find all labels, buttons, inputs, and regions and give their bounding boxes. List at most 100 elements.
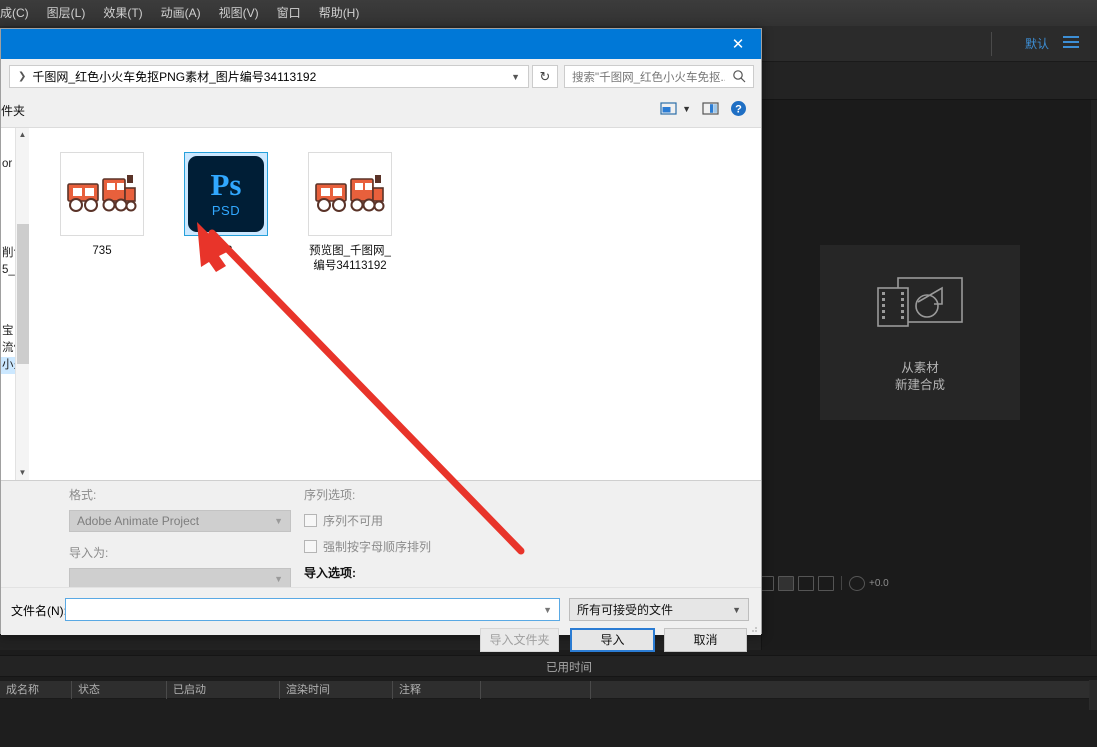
refresh-icon[interactable]: ↻ — [532, 65, 558, 88]
view-mode-icon[interactable] — [660, 101, 677, 116]
column-status[interactable]: 状态 — [72, 680, 167, 699]
preview-pane-icon[interactable] — [702, 101, 719, 116]
mini-toolbar-divider — [841, 576, 842, 590]
composition-panel: 从素材 新建合成 — [762, 100, 1097, 650]
navigation-scrollbar[interactable]: ▲ ▼ — [15, 128, 29, 480]
render-queue-header: 成名称 状态 已启动 渲染时间 注释 — [0, 680, 1097, 699]
format-select[interactable]: Adobe Animate Project ▼ — [69, 510, 291, 532]
queue-right-rail — [1089, 680, 1097, 710]
render-queue-body — [0, 699, 1097, 747]
chevron-down-icon[interactable]: ▼ — [16, 466, 29, 480]
new-composition-dropzone[interactable]: 从素材 新建合成 — [820, 245, 1020, 420]
train-image-icon — [315, 175, 385, 212]
chevron-down-icon[interactable]: ▼ — [682, 104, 691, 114]
new-composition-label: 从素材 新建合成 — [895, 360, 945, 394]
psd-ext-text: PSD — [211, 203, 241, 218]
filetype-value: 所有可接受的文件 — [577, 603, 674, 617]
scrollbar-thumb[interactable] — [17, 224, 29, 364]
close-icon[interactable]: ✕ — [715, 29, 761, 59]
chevron-down-icon: ▼ — [274, 516, 283, 526]
navigation-pane: or 削色 5_2 宝 流体 小火 ▲ ▼ — [1, 128, 29, 480]
train-image-icon — [67, 175, 137, 212]
organize-label[interactable]: 件夹 — [1, 102, 25, 119]
workspace-selector[interactable]: 默认 — [1025, 26, 1049, 62]
app-menu-bar: 成(C) 图层(L) 效果(T) 动画(A) 视图(V) 窗口 帮助(H) — [0, 0, 1097, 26]
psd-ps-text: Ps — [210, 167, 242, 202]
filename-label: 文件名(N): — [11, 604, 67, 618]
import-file-dialog: ✕ ❯ 千图网_红色小火车免抠PNG素材_图片编号34113192 ▼ ↻ 搜索… — [0, 28, 762, 652]
snapshot-icon[interactable] — [778, 575, 794, 591]
file-label: 735 — [92, 245, 112, 257]
chevron-down-icon[interactable]: ▼ — [543, 605, 552, 615]
menu-item-view[interactable]: 视图(V) — [210, 0, 268, 26]
chevron-down-icon[interactable]: ▼ — [511, 66, 520, 89]
sequence-unavailable-checkbox[interactable]: 序列不可用 — [304, 512, 431, 529]
file-label-line1: 预览图_千图网_ — [309, 245, 391, 257]
file-item-preview-image[interactable]: 预览图_千图网_ 编号34113192 — [299, 152, 401, 274]
file-item-train-735[interactable]: 735 — [51, 152, 153, 259]
menu-item-composition[interactable]: 成(C) — [0, 0, 38, 26]
checkbox-box — [304, 540, 317, 553]
menu-item-animation[interactable]: 动画(A) — [152, 0, 210, 26]
search-placeholder: 搜索"千图网_红色小火车免抠... — [572, 71, 725, 84]
menu-item-window[interactable]: 窗口 — [268, 0, 310, 26]
import-options-section: 格式: Adobe Animate Project ▼ 导入为: ▼ 序列选项:… — [1, 481, 761, 605]
force-alphabetical-label: 强制按字母顺序排列 — [323, 540, 432, 554]
new-composition-from-footage-icon — [877, 276, 963, 327]
filetype-select[interactable]: 所有可接受的文件 ▼ — [569, 598, 749, 621]
column-comment[interactable]: 注释 — [393, 680, 481, 699]
format-value: Adobe Animate Project — [77, 514, 200, 528]
file-label-line2: 编号34113192 — [313, 260, 387, 272]
composition-mini-toolbar: +0.0 — [758, 572, 938, 594]
elapsed-time-bar: 已用时间 — [0, 655, 1097, 677]
force-alphabetical-checkbox[interactable]: 强制按字母顺序排列 — [304, 538, 431, 555]
search-icon — [733, 70, 746, 83]
column-extra[interactable] — [481, 680, 591, 699]
sequence-options-label: 序列选项: — [304, 488, 356, 502]
filename-input[interactable]: ▼ — [65, 598, 560, 621]
chevron-up-icon[interactable]: ▲ — [16, 128, 29, 142]
import-button[interactable]: 导入 — [570, 628, 655, 652]
right-panel-rail — [1091, 100, 1097, 650]
breadcrumb[interactable]: ❯ 千图网_红色小火车免抠PNG素材_图片编号34113192 ▼ — [9, 65, 529, 88]
dialog-title-bar: ✕ — [1, 29, 761, 59]
file-thumbnail — [308, 152, 392, 236]
menu-item-effect[interactable]: 效果(T) — [94, 0, 151, 26]
help-icon[interactable]: ? — [730, 100, 747, 117]
psd-file-icon: Ps PSD — [188, 156, 264, 232]
refresh-icon[interactable] — [849, 575, 865, 591]
column-started[interactable]: 已启动 — [167, 680, 280, 699]
import-as-label: 导入为: — [69, 546, 109, 560]
chevron-right-icon: ❯ — [18, 71, 27, 82]
svg-text:?: ? — [735, 104, 742, 116]
format-label: 格式: — [69, 488, 97, 502]
column-render-time[interactable]: 渲染时间 — [280, 680, 393, 699]
import-folder-button[interactable]: 导入文件夹 — [480, 628, 559, 652]
graph-icon[interactable] — [818, 575, 834, 591]
file-thumbnail: Ps PSD — [184, 152, 268, 236]
cancel-button[interactable]: 取消 — [664, 628, 747, 652]
menu-item-layer[interactable]: 图层(L) — [38, 0, 95, 26]
elapsed-time-label: 已用时间 — [546, 662, 592, 674]
chevron-down-icon: ▼ — [274, 574, 283, 584]
sequence-unavailable-label: 序列不可用 — [323, 514, 384, 528]
column-comp-name[interactable]: 成名称 — [0, 680, 72, 699]
dialog-footer: 文件名(N): ▼ 所有可接受的文件 ▼ 导入文件夹 导入 取消 — [1, 587, 761, 652]
new-composition-line2: 新建合成 — [894, 377, 945, 392]
breadcrumb-path[interactable]: 千图网_红色小火车免抠PNG素材_图片编号34113192 — [32, 68, 316, 85]
chevron-down-icon: ▼ — [732, 604, 741, 615]
file-list: 735 Ps PSD 73 预览图_千图网_ 编号34113192 — [29, 128, 761, 480]
search-input[interactable]: 搜索"千图网_红色小火车免抠... — [564, 65, 754, 88]
resize-grip-icon[interactable] — [748, 623, 758, 633]
toolbar-divider — [991, 32, 992, 56]
exposure-value[interactable]: +0.0 — [869, 578, 889, 589]
dialog-file-browser: or 削色 5_2 宝 流体 小火 ▲ ▼ 735 Ps PSD 73 预览图_… — [1, 128, 761, 481]
layer-icon[interactable] — [798, 575, 814, 591]
dialog-toolbar-right: ▼ ? — [660, 100, 747, 117]
menu-item-help[interactable]: 帮助(H) — [310, 0, 369, 26]
screen-root: 成(C) 图层(L) 效果(T) 动画(A) 视图(V) 窗口 帮助(H) 默认 — [0, 0, 1097, 747]
dialog-toolbar: 件夹 ▼ ? — [1, 95, 761, 128]
hamburger-icon[interactable] — [1063, 36, 1079, 48]
file-item-psd-73[interactable]: Ps PSD 73 — [175, 152, 277, 259]
file-label: 73 — [219, 245, 233, 257]
